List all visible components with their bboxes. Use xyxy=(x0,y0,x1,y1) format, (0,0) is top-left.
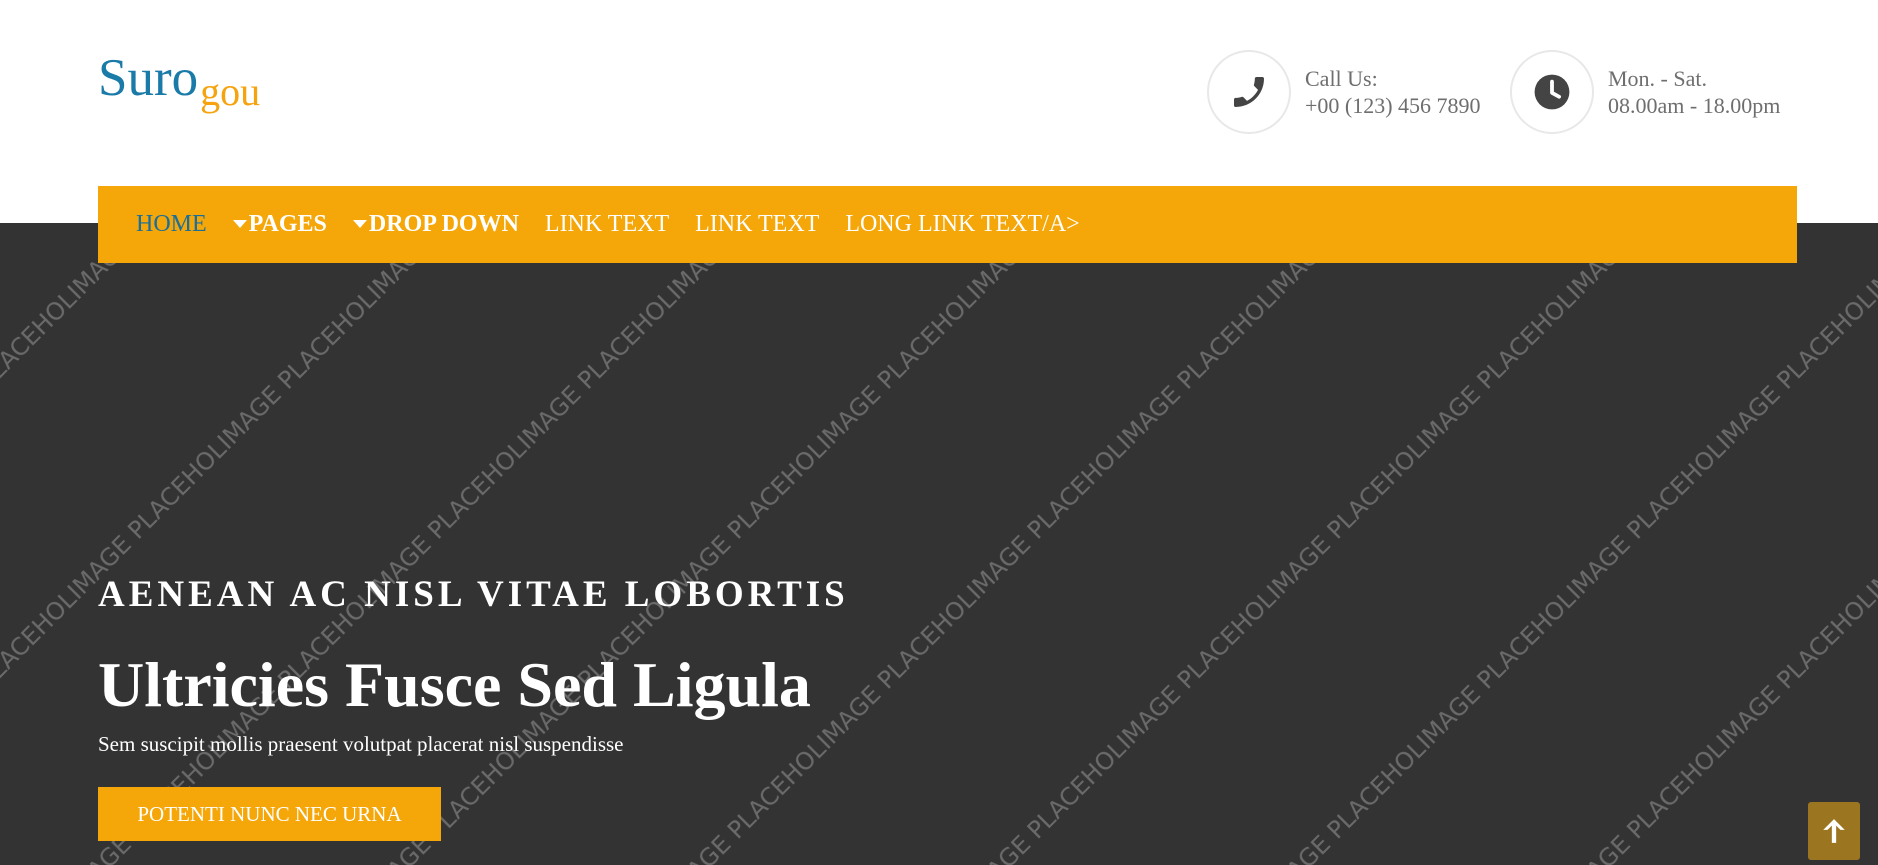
nav-link-2-label: LINK TEXT xyxy=(695,211,820,237)
hero-banner: IMAGE PLACEHOLDER AENEAN AC NISL VITAE L… xyxy=(0,223,1878,865)
logo-main: Suro xyxy=(98,49,199,107)
nav-item-link-text-2[interactable]: LINK TEXT xyxy=(695,211,819,238)
hero-cta-button[interactable]: POTENTI NUNC NEC URNA xyxy=(98,787,441,841)
contact-phone: Call Us: +00 (123) 456 7890 xyxy=(1207,50,1481,134)
hours-label: Mon. - Sat. xyxy=(1608,66,1707,91)
arrow-up-icon xyxy=(1823,819,1845,843)
clock-icon-circle xyxy=(1510,50,1594,134)
phone-icon-circle xyxy=(1207,50,1291,134)
clock-icon xyxy=(1534,74,1570,110)
main-nav: HOME PAGES DROP DOWN LINK TEXT LINK TEXT… xyxy=(98,186,1797,263)
image-placeholder-pattern: IMAGE PLACEHOLDER xyxy=(0,223,1878,865)
scroll-top-button[interactable] xyxy=(1808,802,1860,860)
nav-home-label: HOME xyxy=(136,211,207,237)
nav-pages-label: PAGES xyxy=(248,211,327,237)
hero-eyebrow: AENEAN AC NISL VITAE LOBORTIS xyxy=(98,574,849,615)
phone-icon xyxy=(1234,77,1264,107)
caret-down-icon xyxy=(232,219,247,228)
contact-hours: Mon. - Sat. 08.00am - 18.00pm xyxy=(1510,50,1780,134)
nav-dropdown-label: DROP DOWN xyxy=(368,211,519,237)
phone-number[interactable]: +00 (123) 456 7890 xyxy=(1305,92,1481,119)
nav-item-long-link-text[interactable]: LONG LINK TEXT/A> xyxy=(845,211,1079,238)
nav-item-pages[interactable]: PAGES xyxy=(232,211,327,238)
hero-subtitle: Sem suscipit mollis praesent volutpat pl… xyxy=(98,732,624,756)
logo-sub: gou xyxy=(200,69,261,114)
hours-value: 08.00am - 18.00pm xyxy=(1608,93,1781,118)
nav-item-home[interactable]: HOME xyxy=(136,211,207,238)
phone-label: Call Us: xyxy=(1305,66,1378,91)
logo[interactable]: Surogou xyxy=(98,49,260,115)
nav-item-link-text-1[interactable]: LINK TEXT xyxy=(545,211,669,238)
caret-down-icon xyxy=(352,219,367,228)
nav-item-drop-down[interactable]: DROP DOWN xyxy=(352,211,519,238)
nav-link-1-label: LINK TEXT xyxy=(544,211,670,237)
nav-long-link-label: LONG LINK TEXT/A> xyxy=(845,211,1080,237)
hero-title: Ultricies Fusce Sed Ligula xyxy=(98,649,811,720)
